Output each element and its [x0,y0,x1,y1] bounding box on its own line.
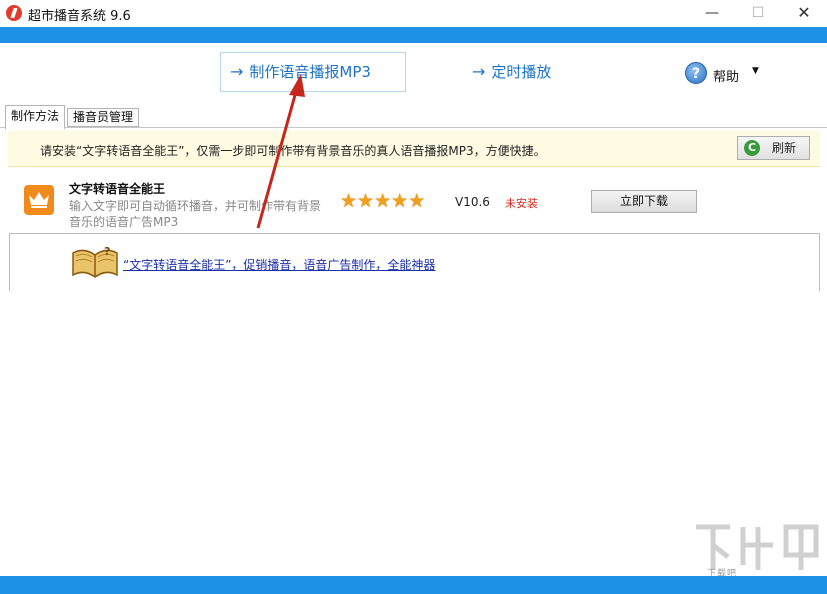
install-notice-banner: 请安装“文字转语音全能王”，仅需一步即可制作带有背景音乐的真人语音播报MP3，方… [8,131,820,167]
star-icon: ★ [391,190,409,212]
close-button[interactable]: ✕ [781,0,827,27]
app-window: 超市播音系统 9.6 — ☐ ✕ → 制作语音播报MP3 → 定时播放 ? 帮助 ▼… [0,0,827,594]
product-version: V10.6 [455,195,490,209]
help-label: 帮助 [713,70,740,85]
help-icon: ? [685,62,707,84]
rating-stars: ★★★★★ [340,190,426,212]
refresh-button[interactable]: C 刷新 [737,136,810,160]
svg-text:?: ? [104,245,110,258]
star-icon: ★ [408,190,426,212]
app-logo-icon [6,5,22,21]
notice-text: 请安装“文字转语音全能王”，仅需一步即可制作带有背景音乐的真人语音播报MP3，方… [40,144,546,158]
crown-icon [24,185,54,215]
product-description: 输入文字即可自动循环播音，并可制作带有背景音乐的语音广告MP3 [69,199,322,229]
arrow-right-icon: → [230,62,244,81]
maximize-button[interactable]: ☐ [735,0,781,27]
tab-panel-border [0,127,827,128]
minimize-button[interactable]: — [689,0,735,27]
product-info-link[interactable]: “文字转语音全能王”，促销播音，语音广告制作，全能神器 [123,256,435,273]
annotation-arrow [256,74,305,229]
schedule-play-nav-button[interactable]: → 定时播放 [472,52,551,92]
info-panel: ? “文字转语音全能王”，促销播音，语音广告制作，全能神器 [9,233,820,291]
arrow-right-icon: → [472,62,486,81]
product-name: 文字转语音全能王 [69,182,166,196]
refresh-label: 刷新 [772,141,797,155]
schedule-play-label: 定时播放 [491,63,552,81]
title-bar: 超市播音系统 9.6 — ☐ ✕ [0,0,827,27]
refresh-icon: C [744,140,760,156]
window-title: 超市播音系统 9.6 [28,9,131,24]
install-status: 未安装 [505,197,538,210]
make-mp3-nav-button[interactable]: → 制作语音播报MP3 [220,52,406,92]
tab-make-method[interactable]: 制作方法 [5,105,66,129]
star-icon: ★ [357,190,375,212]
star-icon: ★ [340,190,358,212]
chevron-down-icon: ▼ [752,66,759,76]
header-accent-strip [0,27,827,43]
download-now-button[interactable]: 立即下载 [591,190,697,213]
footer-accent-strip [0,576,827,594]
make-mp3-label: 制作语音播报MP3 [249,63,371,81]
tab-announcer-management[interactable]: 播音员管理 [67,108,140,127]
star-icon: ★ [374,190,392,212]
book-icon: ? [72,245,118,278]
